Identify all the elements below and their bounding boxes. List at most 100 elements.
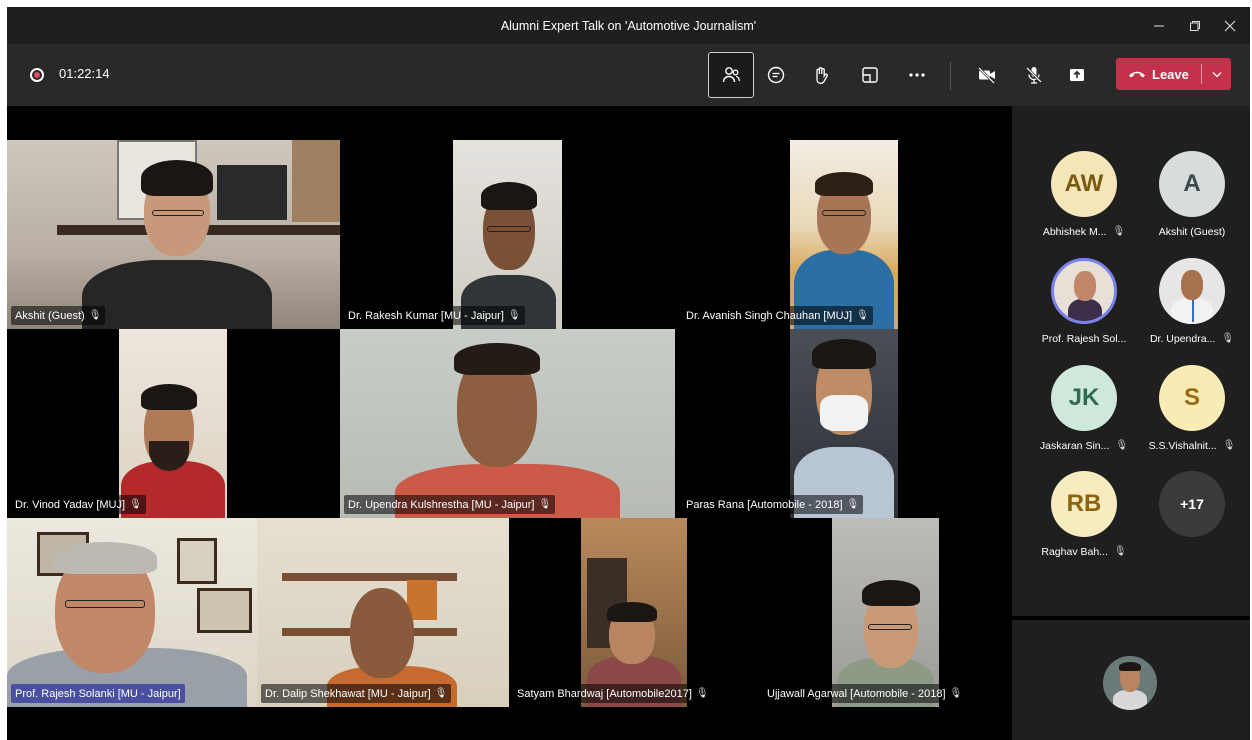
roster-participant[interactable]: AW Abhishek M... 🎙︎ <box>1034 151 1134 238</box>
overflow-count: +17 <box>1159 471 1225 537</box>
mic-off-icon: 🎙︎ <box>129 499 142 510</box>
person-head <box>1181 270 1203 300</box>
leave-options-button[interactable] <box>1202 71 1231 78</box>
maximize-icon[interactable] <box>1175 7 1215 44</box>
teams-meeting-window: Alumni Expert Talk on 'Automotive Journa… <box>7 7 1250 740</box>
video-feed <box>340 329 675 518</box>
avatar <box>1159 258 1225 324</box>
participant-nameplate: Paras Rana [Automobile - 2018] 🎙︎ <box>682 495 864 514</box>
mic-off-icon: 🎙︎ <box>695 688 709 699</box>
avatar: A <box>1159 151 1225 217</box>
participant-nameplate: Prof. Rajesh Solanki [MU - Jaipur] <box>11 684 185 703</box>
more-button[interactable] <box>900 58 934 92</box>
person-head <box>350 588 414 678</box>
leave-main[interactable]: Leave <box>1116 67 1201 82</box>
lanyard <box>1192 300 1194 322</box>
title-bar: Alumni Expert Talk on 'Automotive Journa… <box>7 7 1250 44</box>
roster-participant[interactable]: RB Raghav Bah... 🎙︎ <box>1034 471 1134 558</box>
roster-participant[interactable]: S S.S.Vishalnit... 🎙︎ <box>1142 365 1242 452</box>
participant-nameplate: Dr. Rakesh Kumar [MU - Jaipur] 🎙︎ <box>344 306 525 325</box>
avatar: JK <box>1051 365 1117 431</box>
avatar: AW <box>1051 151 1117 217</box>
video-stage: Akshit (Guest) 🎙︎ Dr. Rakesh Kumar [MU - … <box>7 106 1012 740</box>
video-feed <box>790 329 898 518</box>
mic-off-icon: 🎙︎ <box>1113 546 1127 557</box>
video-feed <box>119 329 227 518</box>
participant-nameplate: Dr. Upendra Kulshrestha [MU - Jaipur] 🎙︎ <box>344 495 556 514</box>
more-participants-button[interactable]: +17 <box>1142 471 1242 537</box>
mic-off-icon: 🎙︎ <box>949 688 963 699</box>
participant-nameplate: Dr. Avanish Singh Chauhan [MUJ] 🎙︎ <box>682 306 873 325</box>
wall-frame <box>217 165 287 220</box>
wall-frame <box>197 588 252 633</box>
person-body <box>1068 299 1102 321</box>
rooms-icon <box>862 67 878 83</box>
wall-frame <box>177 538 217 584</box>
person-hair <box>607 602 657 622</box>
face-mask <box>820 395 868 431</box>
camera-off-icon <box>978 67 995 84</box>
mic-button[interactable] <box>1017 58 1051 92</box>
mic-off-icon: 🎙︎ <box>846 499 860 510</box>
glasses <box>822 210 866 216</box>
chat-icon <box>767 66 785 84</box>
roster-participant[interactable]: Prof. Rajesh Sol... <box>1034 258 1134 345</box>
mic-off-icon <box>1026 67 1042 84</box>
roster-participant[interactable]: JK Jaskaran Sin... 🎙︎ <box>1034 365 1134 452</box>
rooms-button[interactable] <box>853 58 887 92</box>
person-hair <box>141 384 197 410</box>
video-tile[interactable]: Dr. Dalip Shekhawat [MU - Jaipur] 🎙︎ <box>257 518 509 707</box>
participant-roster: AW Abhishek M... 🎙︎ A Akshit (Guest) Prof… <box>1012 106 1250 616</box>
people-button[interactable] <box>708 52 754 98</box>
raise-hand-button[interactable] <box>804 58 838 92</box>
video-feed <box>832 518 939 707</box>
video-tile[interactable]: Satyam Bhardwaj [Automobile2017] 🎙︎ <box>509 518 759 707</box>
video-tile[interactable]: Akshit (Guest) 🎙︎ <box>7 140 340 329</box>
video-tile[interactable]: Dr. Avanish Singh Chauhan [MUJ] 🎙︎ <box>678 140 1012 329</box>
leave-button[interactable]: Leave <box>1116 58 1231 90</box>
mic-off-icon: 🎙︎ <box>538 499 552 510</box>
participant-nameplate: Satyam Bhardwaj [Automobile2017] 🎙︎ <box>513 684 713 703</box>
video-tile[interactable]: Ujjawall Agarwal [Automobile - 2018] 🎙︎ <box>759 518 1012 707</box>
minimize-icon[interactable] <box>1139 7 1179 44</box>
avatar: RB <box>1051 471 1117 537</box>
video-tile[interactable]: Dr. Upendra Kulshrestha [MU - Jaipur] 🎙︎ <box>340 329 675 518</box>
phone-hangup-icon <box>1129 71 1145 78</box>
share-button[interactable] <box>1060 58 1094 92</box>
participant-nameplate: Akshit (Guest) 🎙︎ <box>11 306 106 325</box>
glasses <box>868 624 912 630</box>
recording-icon <box>30 68 44 82</box>
glasses <box>487 226 531 232</box>
avatar: S <box>1159 365 1225 431</box>
camera-button[interactable] <box>970 58 1004 92</box>
chat-button[interactable] <box>759 58 793 92</box>
person-hair <box>862 580 920 606</box>
person-hair <box>1119 662 1141 671</box>
mic-off-icon: 🎙︎ <box>856 310 869 321</box>
video-tile[interactable]: Paras Rana [Automobile - 2018] 🎙︎ <box>678 329 1012 518</box>
glasses <box>65 600 145 608</box>
meeting-toolbar: 01:22:14 Leave <box>7 44 1250 106</box>
mic-off-icon: 🎙︎ <box>1221 333 1235 344</box>
mic-off-icon: 🎙︎ <box>434 688 448 699</box>
mic-off-icon: 🎙︎ <box>1115 440 1129 451</box>
roster-participant[interactable]: Dr. Upendra... 🎙︎ <box>1142 258 1242 345</box>
share-icon <box>1070 69 1084 81</box>
person-hair <box>815 172 873 196</box>
roster-participant[interactable]: A Akshit (Guest) <box>1142 151 1242 238</box>
raise-hand-icon <box>816 67 828 84</box>
video-tile[interactable]: Dr. Vinod Yadav [MUJ] 🎙︎ <box>7 329 340 518</box>
toolbar-divider <box>950 62 951 90</box>
meeting-title: Alumni Expert Talk on 'Automotive Journa… <box>500 18 757 33</box>
video-tile[interactable]: Prof. Rajesh Solanki [MU - Jaipur] <box>7 518 257 707</box>
person-hair <box>481 182 537 210</box>
video-tile[interactable]: Dr. Rakesh Kumar [MU - Jaipur] 🎙︎ <box>340 140 675 329</box>
more-icon <box>909 73 925 77</box>
mic-off-icon: 🎙︎ <box>1112 226 1126 237</box>
close-icon[interactable] <box>1210 7 1250 44</box>
person-hair <box>454 343 540 375</box>
avatar <box>1103 656 1157 710</box>
person-head <box>1074 271 1096 301</box>
video-feed <box>453 140 562 329</box>
people-icon <box>722 67 740 83</box>
